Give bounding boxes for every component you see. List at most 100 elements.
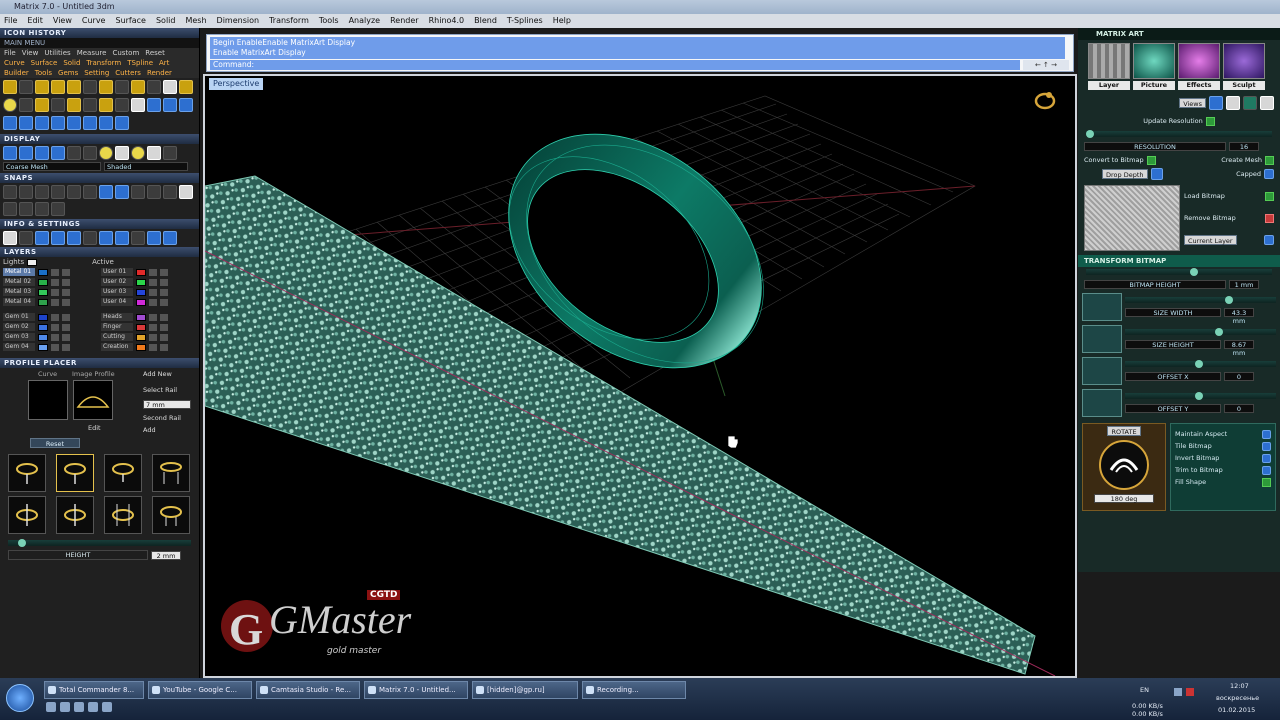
layer-visible-icon[interactable] xyxy=(160,333,168,341)
icon-history-header[interactable]: ICON HISTORY xyxy=(0,28,199,38)
layer-lock-icon[interactable] xyxy=(149,323,157,331)
layer-name[interactable]: Gem 01 xyxy=(3,313,35,321)
circle-tool-icon[interactable] xyxy=(51,80,65,94)
layer-row[interactable]: Finger xyxy=(98,322,196,332)
ring-profile-8-icon[interactable] xyxy=(152,496,190,534)
cage-tool-icon[interactable] xyxy=(99,116,113,130)
layer-visible-icon[interactable] xyxy=(62,278,70,286)
view-globe-icon[interactable] xyxy=(1209,96,1223,110)
layer-lock-icon[interactable] xyxy=(149,298,157,306)
join-tool-icon[interactable] xyxy=(131,98,145,112)
load-bitmap-check[interactable] xyxy=(1265,191,1274,201)
snap-int-icon[interactable] xyxy=(83,185,97,199)
menu-rhino[interactable]: Rhino4.0 xyxy=(429,16,465,26)
layer-visible-icon[interactable] xyxy=(160,288,168,296)
tab-builder[interactable]: Builder xyxy=(4,69,29,77)
render-view-icon[interactable] xyxy=(35,231,49,245)
layer-row[interactable]: User 01 xyxy=(98,267,196,277)
ring-tool-icon[interactable] xyxy=(131,80,145,94)
ring-profile-1-icon[interactable] xyxy=(8,454,46,492)
invert-bitmap-option[interactable]: Invert Bitmap xyxy=(1171,452,1275,464)
tab-setting[interactable]: Setting xyxy=(84,69,109,77)
layer-row[interactable]: Gem 03 xyxy=(0,332,98,342)
ghosted-icon[interactable] xyxy=(51,146,65,160)
profile-placer-header[interactable]: PROFILE PLACER xyxy=(0,358,199,368)
array-tool-icon[interactable] xyxy=(19,116,33,130)
remove-bitmap-label[interactable]: Remove Bitmap xyxy=(1184,214,1236,222)
material-icon[interactable] xyxy=(83,146,97,160)
second-rail-label[interactable]: Second Rail xyxy=(143,414,181,422)
load-bitmap-label[interactable]: Load Bitmap xyxy=(1184,192,1225,200)
layer-color-swatch[interactable] xyxy=(38,333,48,341)
trim-to-bitmap-check[interactable] xyxy=(1262,465,1271,475)
menu-help[interactable]: Help xyxy=(553,16,571,26)
layer-row[interactable]: Gem 02 xyxy=(0,322,98,332)
snap-center-icon[interactable] xyxy=(67,185,81,199)
arc-tool-icon[interactable] xyxy=(35,80,49,94)
resolution-slider[interactable] xyxy=(1086,130,1272,138)
extrude-tool-icon[interactable] xyxy=(19,98,33,112)
sculpt-tab[interactable]: Sculpt xyxy=(1223,43,1265,90)
layer-row[interactable]: Gem 01 xyxy=(0,312,98,322)
properties-icon[interactable] xyxy=(83,231,97,245)
layer-color-swatch[interactable] xyxy=(136,333,146,341)
drop-depth-button[interactable]: Drop Depth xyxy=(1102,169,1148,179)
layer-color-swatch[interactable] xyxy=(38,288,48,296)
tab-cutters[interactable]: Cutters xyxy=(115,69,141,77)
effects-tab-label[interactable]: Effects xyxy=(1178,81,1220,90)
layer-visible-icon[interactable] xyxy=(62,268,70,276)
size-width-knob[interactable] xyxy=(1225,296,1233,304)
resolution-slider-knob[interactable] xyxy=(1086,130,1094,138)
tab-render[interactable]: Render xyxy=(147,69,172,77)
snaps-header[interactable]: SNAPS xyxy=(0,173,199,183)
layer-visible-icon[interactable] xyxy=(160,313,168,321)
size-height-value[interactable]: 8.67 mm xyxy=(1224,339,1254,357)
platinum-material-icon[interactable] xyxy=(147,146,161,160)
layer-color-swatch[interactable] xyxy=(38,323,48,331)
rotate-tool-icon[interactable] xyxy=(163,98,177,112)
view-flat-icon[interactable] xyxy=(1243,96,1257,110)
layer-name[interactable]: User 03 xyxy=(101,288,133,296)
offset-x-slider[interactable] xyxy=(1125,360,1276,368)
picture-tab-label[interactable]: Picture xyxy=(1133,81,1175,90)
ruler-icon[interactable] xyxy=(131,231,145,245)
layer-name[interactable]: Gem 02 xyxy=(3,323,35,331)
taskbar-total-commander[interactable]: Total Commander 8... xyxy=(44,681,144,699)
bitmap-height-value[interactable]: 1 mm xyxy=(1229,279,1259,289)
layer-tab[interactable]: Layer xyxy=(1088,43,1130,90)
layer-lock-icon[interactable] xyxy=(51,298,59,306)
move-tool-icon[interactable] xyxy=(147,98,161,112)
update-resolution-check[interactable] xyxy=(1205,116,1215,126)
command-input[interactable]: Command: xyxy=(210,60,1020,70)
helix-tool-icon[interactable] xyxy=(147,80,161,94)
sculpt-tab-label[interactable]: Sculpt xyxy=(1223,81,1265,90)
layer-row[interactable]: Metal 04 xyxy=(0,297,98,307)
taskbar-chrome[interactable]: YouTube - Google C... xyxy=(148,681,252,699)
resolution-value[interactable]: 16 xyxy=(1229,141,1259,151)
snap-vertex-icon[interactable] xyxy=(163,185,177,199)
layer-color-swatch[interactable] xyxy=(38,313,48,321)
bitmap-height-slider[interactable] xyxy=(1086,268,1272,276)
silver-material-icon[interactable] xyxy=(115,146,129,160)
size-height-slider[interactable] xyxy=(1125,328,1276,336)
rotate-value[interactable]: 180 deg xyxy=(1094,494,1154,503)
layer-visible-icon[interactable] xyxy=(62,298,70,306)
ring-profile-6-icon[interactable] xyxy=(56,496,94,534)
planar-icon[interactable] xyxy=(19,202,33,216)
layer-visible-icon[interactable] xyxy=(160,323,168,331)
drop-depth-icon[interactable] xyxy=(1150,168,1163,180)
mesh-quality-field[interactable]: Coarse Mesh xyxy=(3,162,101,171)
tab-gems[interactable]: Gems xyxy=(58,69,78,77)
language-indicator[interactable]: EN xyxy=(1140,686,1149,694)
layer-name[interactable]: Metal 03 xyxy=(3,288,35,296)
layer-row[interactable]: Metal 02 xyxy=(0,277,98,287)
tab-tools[interactable]: Tools xyxy=(35,69,52,77)
offset-y-value[interactable]: 0 xyxy=(1224,403,1254,413)
offset-tool-icon[interactable] xyxy=(179,80,193,94)
picture-tab[interactable]: Picture xyxy=(1133,43,1175,90)
layer-color-swatch[interactable] xyxy=(38,268,48,276)
shaded-icon[interactable] xyxy=(19,146,33,160)
taskbar-recording[interactable]: Recording... xyxy=(582,681,686,699)
gold-material-icon[interactable] xyxy=(99,146,113,160)
convert-to-bitmap-check[interactable] xyxy=(1146,155,1156,165)
